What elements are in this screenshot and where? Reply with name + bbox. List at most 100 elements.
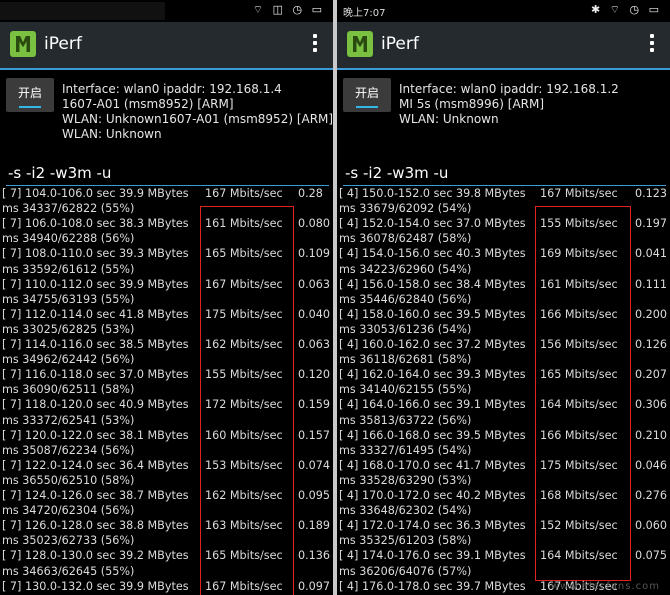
jitter-value: 0.040 [298, 307, 331, 321]
log-line: [ 4] 162.0-164.0 sec 39.3 MBytes [339, 368, 526, 382]
bandwidth-highlight-box [200, 206, 294, 595]
command-input[interactable]: -s -i2 -w3m -u [0, 160, 333, 188]
jitter-value: 0.123 [635, 187, 668, 200]
log-line: ms 36550/62510 (58%) [2, 473, 135, 487]
status-icons: ✱ ⌔ ◷ ▭ [590, 3, 662, 16]
log-line: [ 7] 128.0-130.0 sec 39.2 MBytes [2, 549, 189, 563]
log-line: ms 33327/61495 (54%) [339, 443, 472, 457]
log-line: [ 4] 164.0-166.0 sec 39.1 MBytes [339, 398, 526, 412]
info-line: Interface: wlan0 ipaddr: 192.168.1.2 [399, 82, 619, 96]
jitter-value: 0.197 [635, 217, 668, 231]
jitter-value: 0.046 [635, 458, 668, 472]
log-line: [ 7] 106.0-108.0 sec 38.3 MBytes [2, 217, 189, 231]
jitter-value: 0.159 [298, 398, 331, 412]
jitter-value: 0.109 [298, 247, 331, 261]
app-title: iPerf [44, 34, 82, 54]
action-bar: iPerf [337, 22, 670, 70]
log-line: ms 36078/62487 (58%) [339, 232, 472, 246]
log-line: [ 7] 104.0-106.0 sec 39.9 MBytes [2, 187, 189, 200]
log-line: [ 7] 120.0-122.0 sec 38.1 MBytes [2, 428, 189, 442]
log-line: ms 34755/63193 (55%) [2, 292, 135, 306]
command-input[interactable]: -s -i2 -w3m -u [337, 160, 670, 188]
action-bar: iPerf [0, 22, 333, 70]
log-line: [ 4] 156.0-158.0 sec 38.4 MBytes [339, 277, 526, 291]
log-line: ms 33528/63290 (53%) [339, 473, 472, 487]
info-line: WLAN: Unknown1607-A01 (msm8952) [ARM] [62, 112, 333, 126]
log-line: [ 4] 174.0-176.0 sec 39.1 MBytes [339, 549, 526, 563]
jitter-value: 0.120 [298, 368, 331, 382]
log-line: [ 7] 124.0-126.0 sec 38.7 MBytes [2, 489, 189, 502]
jitter-value: 0.210 [635, 428, 668, 442]
log-line: [ 7] 114.0-116.0 sec 38.5 MBytes [2, 338, 189, 351]
jitter-value: 0.28 [298, 187, 323, 200]
jitter-value: 0.189 [298, 519, 331, 533]
log-line: ms 34223/62960 (54%) [339, 262, 472, 276]
log-line: [ 7] 118.0-120.0 sec 40.9 MBytes [2, 398, 189, 412]
jitter-value: 0.136 [298, 549, 331, 563]
right-phone-screen: 晚上7:07 ✱ ⌔ ◷ ▭ iPerf 开启 Interface: wlan0… [337, 0, 670, 595]
device-info-text: Interface: wlan0 ipaddr: 192.168.1.4 160… [62, 82, 333, 142]
info-line: WLAN: Unknown [399, 112, 499, 126]
jitter-value: 0.074 [298, 458, 331, 472]
log-line: ms 35446/62840 (56%) [339, 292, 472, 306]
log-line: [ 4] 168.0-170.0 sec 41.7 MBytes [339, 458, 526, 472]
log-line: [ 4] 152.0-154.0 sec 37.0 MBytes [339, 217, 526, 231]
log-line: [ 7] 130.0-132.0 sec 39.9 MBytes [2, 579, 189, 593]
jitter-value: 0.157 [298, 428, 331, 442]
iperf-logo-icon [10, 31, 36, 57]
bandwidth-highlight-box [535, 206, 631, 581]
log-line: ms 34140/62155 (55%) [339, 383, 472, 397]
log-line: ms 34663/62645 (55%) [2, 564, 135, 578]
log-line: [ 4] 150.0-152.0 sec 39.8 MBytes [339, 187, 526, 200]
left-phone-screen: ⌔ ◫ ◷ ▭ iPerf 开启 Interface: wlan0 ipaddr… [0, 0, 333, 595]
status-bar: 晚上7:07 ✱ ⌔ ◷ ▭ [337, 0, 670, 22]
log-line: ms 34337/62822 (55%) [2, 202, 135, 216]
watermark: www.elecfans.com [550, 581, 660, 592]
bandwidth-value: 167 Mbits/sec [205, 187, 283, 200]
device-info-text: Interface: wlan0 ipaddr: 192.168.1.2 MI … [399, 82, 619, 127]
log-line: ms 33053/61236 (54%) [339, 322, 472, 336]
command-text[interactable]: -s -i2 -w3m -u [345, 164, 448, 182]
jitter-value: 0.095 [298, 489, 331, 502]
log-line: ms 34962/62442 (56%) [2, 353, 135, 367]
jitter-value: 0.060 [635, 519, 668, 533]
log-line: ms 36090/62511 (58%) [2, 383, 135, 397]
log-line: ms 36118/62681 (58%) [339, 353, 472, 367]
jitter-value: 0.063 [298, 277, 331, 291]
log-line: ms 35325/61203 (58%) [339, 534, 472, 548]
log-line: ms 33025/62825 (53%) [2, 322, 135, 336]
bandwidth-value: 167 Mbits/sec [540, 187, 618, 200]
status-time: 晚上7:07 [343, 8, 386, 19]
log-line: [ 4] 154.0-156.0 sec 40.3 MBytes [339, 247, 526, 261]
app-title: iPerf [381, 34, 419, 54]
status-icons: ⌔ ◫ ◷ ▭ [252, 3, 325, 16]
output-log: [ 7] 104.0-106.0 sec 39.9 MBytes 167 Mbit… [0, 186, 333, 595]
log-line: [ 4] 176.0-178.0 sec 39.7 MBytes [339, 579, 526, 593]
log-line: ms 33592/61612 (55%) [2, 262, 135, 276]
iperf-logo-icon [347, 31, 373, 57]
device-info-panel: 开启 Interface: wlan0 ipaddr: 192.168.1.4 … [0, 70, 333, 160]
log-line: ms 33679/62092 (54%) [339, 202, 472, 216]
command-text[interactable]: -s -i2 -w3m -u [8, 164, 111, 182]
jitter-value: 0.207 [635, 368, 668, 382]
jitter-value: 0.111 [635, 277, 668, 291]
jitter-value: 0.276 [635, 489, 668, 502]
info-line: 1607-A01 (msm8952) [ARM] [62, 97, 234, 111]
jitter-value: 0.306 [635, 398, 668, 412]
output-log: [ 4] 150.0-152.0 sec 39.8 MBytes 167 Mbit… [337, 186, 670, 595]
log-line: ms 35023/62733 (56%) [2, 534, 135, 548]
log-line: ms 33372/62541 (53%) [2, 413, 135, 427]
start-button[interactable]: 开启 [6, 78, 54, 112]
log-line: [ 7] 108.0-110.0 sec 39.3 MBytes [2, 247, 189, 261]
log-line: [ 4] 172.0-174.0 sec 36.3 MBytes [339, 519, 526, 533]
log-line: ms 35087/62234 (56%) [2, 443, 135, 457]
jitter-value: 0.097 [298, 579, 331, 593]
overflow-menu-icon[interactable] [650, 34, 656, 55]
log-line: [ 4] 160.0-162.0 sec 37.2 MBytes [339, 338, 526, 351]
start-button[interactable]: 开启 [343, 78, 391, 112]
overflow-menu-icon[interactable] [313, 34, 319, 55]
info-line: WLAN: Unknown [62, 127, 162, 141]
log-line: ms 34720/62304 (56%) [2, 504, 135, 518]
redacted-area [0, 2, 165, 20]
jitter-value: 0.126 [635, 338, 668, 351]
